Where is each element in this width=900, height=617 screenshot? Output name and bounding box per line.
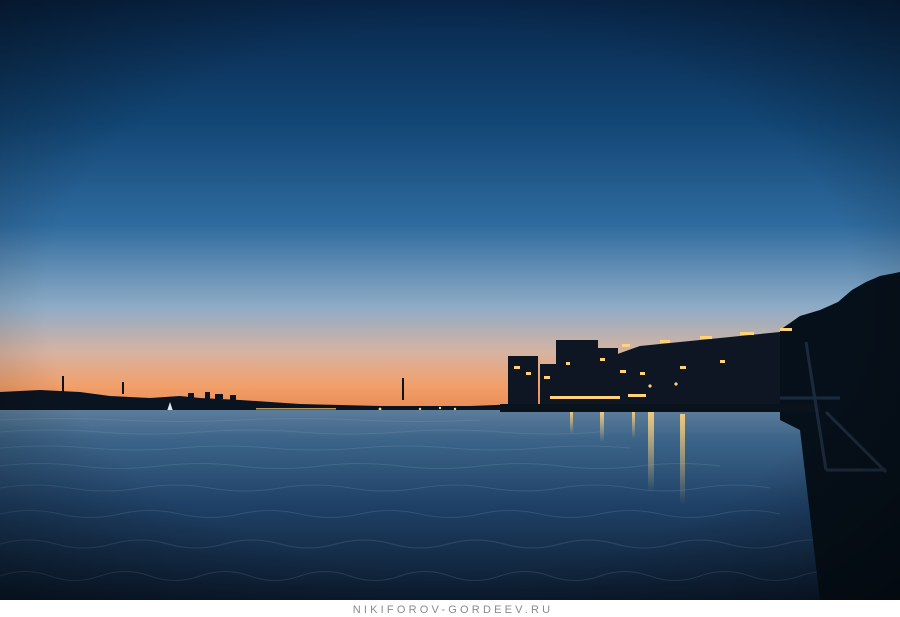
watermark-text: NIKIFOROV-GORDEEV.RU bbox=[353, 604, 554, 616]
vignette bbox=[0, 0, 900, 600]
watermark-logo: NIKIFOROV-GORDEEV.RU bbox=[353, 604, 554, 616]
watermark: NIKIFOROV-GORDEEV.RU bbox=[0, 600, 900, 617]
photograph bbox=[0, 0, 900, 600]
river-evening-scene bbox=[0, 0, 900, 600]
